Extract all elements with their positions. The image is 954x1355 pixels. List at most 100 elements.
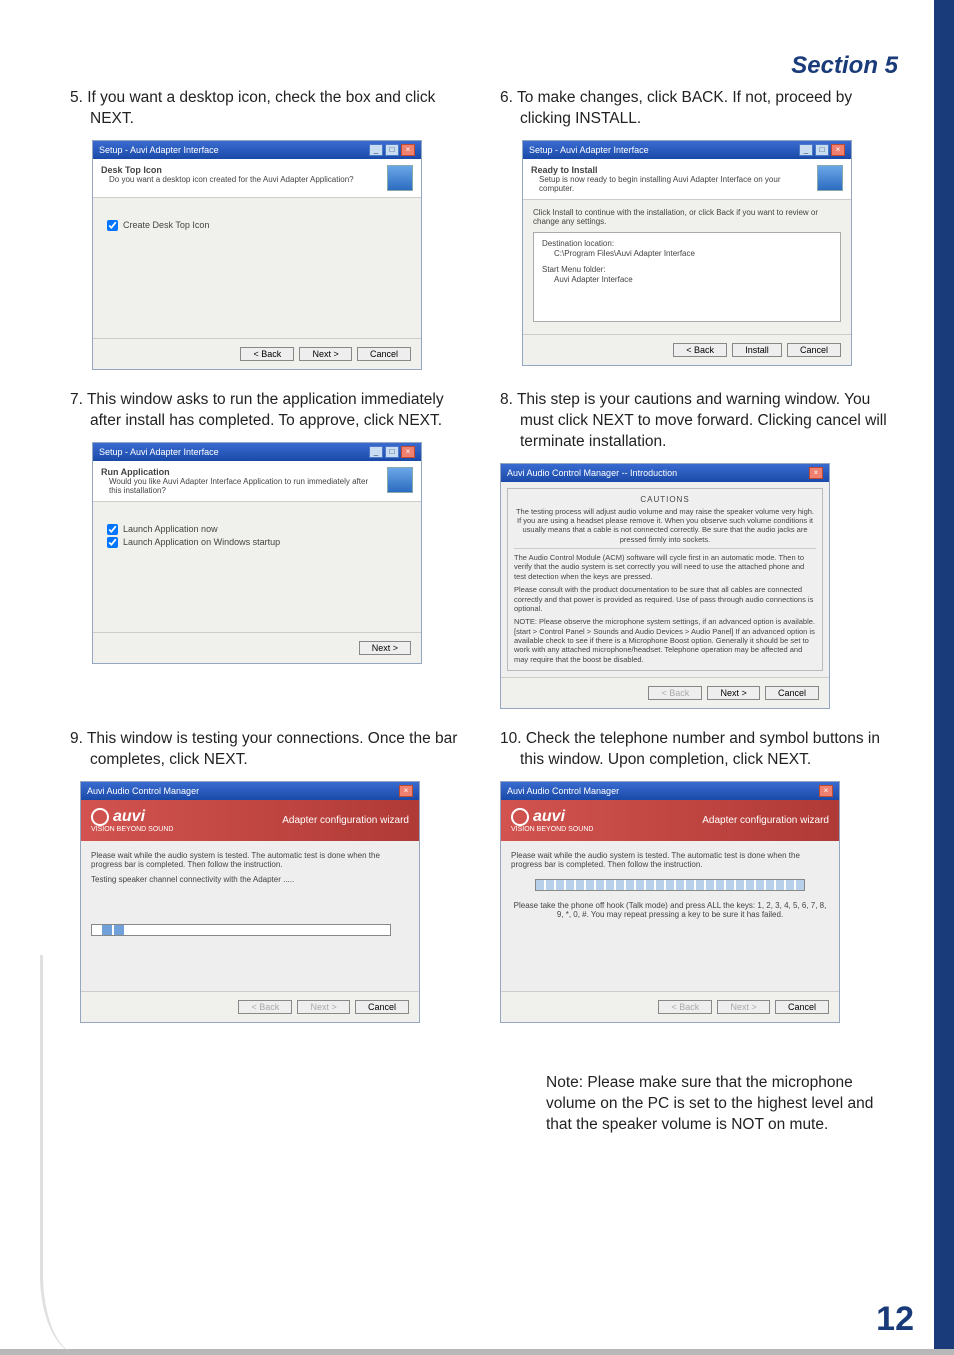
window-body: Create Desk Top Icon <box>93 198 421 338</box>
close-icon[interactable]: × <box>399 785 413 797</box>
step-7: 7. This window asks to run the applicati… <box>70 390 470 709</box>
checkbox-launch-startup[interactable]: Launch Application on Windows startup <box>107 537 407 548</box>
next-button[interactable]: Next > <box>707 686 759 700</box>
window-titlebar: Auvi Audio Control Manager × <box>81 782 419 800</box>
subheader-title: Run Application <box>101 467 381 477</box>
maximize-icon[interactable]: □ <box>385 144 399 156</box>
maximize-icon[interactable]: □ <box>385 446 399 458</box>
step-7-screenshot: Setup - Auvi Adapter Interface _ □ × Run… <box>92 442 422 664</box>
button-row: < Back Install Cancel <box>523 334 851 365</box>
checkbox-input[interactable] <box>107 524 118 535</box>
window-controls: × <box>819 785 833 797</box>
window-titlebar: Auvi Audio Control Manager × <box>501 782 839 800</box>
window-controls: _ □ × <box>799 144 845 156</box>
cancel-button[interactable]: Cancel <box>355 1000 409 1014</box>
caution-p2: The Audio Control Module (ACM) software … <box>514 553 816 581</box>
install-button[interactable]: Install <box>732 343 782 357</box>
step-6-text: 6. To make changes, click BACK. If not, … <box>500 88 900 130</box>
window-titlebar: Setup - Auvi Adapter Interface _ □ × <box>93 141 421 159</box>
button-row: < Back Next > Cancel <box>93 338 421 369</box>
window-controls: × <box>809 467 823 479</box>
button-row: < Back Next > Cancel <box>501 991 839 1022</box>
close-icon[interactable]: × <box>831 144 845 156</box>
wizard-body: Please wait while the audio system is te… <box>501 841 839 991</box>
minimize-icon[interactable]: _ <box>369 446 383 458</box>
brand-circle-icon <box>511 808 529 826</box>
step-9: 9. This window is testing your connectio… <box>70 729 470 1136</box>
wizard-body: Please wait while the audio system is te… <box>81 841 419 991</box>
brand-name: auvi <box>113 808 145 826</box>
back-button: < Back <box>238 1000 292 1014</box>
checkbox-input[interactable] <box>107 220 118 231</box>
back-button: < Back <box>658 1000 712 1014</box>
window-subheader: Ready to Install Setup is now ready to b… <box>523 159 851 200</box>
step-6-screenshot: Setup - Auvi Adapter Interface _ □ × Rea… <box>522 140 852 366</box>
next-button[interactable]: Next > <box>359 641 411 655</box>
dest-value: C:\Program Files\Auvi Adapter Interface <box>542 249 832 259</box>
wizard-logo-icon <box>387 467 413 493</box>
brand-circle-icon <box>91 808 109 826</box>
close-icon[interactable]: × <box>819 785 833 797</box>
step-9-screenshot: Auvi Audio Control Manager × auvi VISION… <box>80 781 420 1023</box>
wizard-label: Adapter configuration wizard <box>702 815 829 826</box>
window-body: Launch Application now Launch Applicatio… <box>93 502 421 632</box>
progress-bar <box>91 924 391 936</box>
step-7-text: 7. This window asks to run the applicati… <box>70 390 470 432</box>
checkbox-create-desktop-icon[interactable]: Create Desk Top Icon <box>107 220 407 231</box>
back-button: < Back <box>648 686 702 700</box>
wizard-label: Adapter configuration wizard <box>282 815 409 826</box>
window-title: Auvi Audio Control Manager <box>87 786 199 796</box>
next-button[interactable]: Next > <box>299 347 351 361</box>
cancel-button[interactable]: Cancel <box>775 1000 829 1014</box>
body-p1: Please wait while the audio system is te… <box>511 851 829 869</box>
wizard-banner: auvi VISION BEYOND SOUND Adapter configu… <box>81 800 419 841</box>
brand-logo: auvi <box>91 808 173 826</box>
page-right-stripe <box>934 0 954 1355</box>
checkbox-launch-now[interactable]: Launch Application now <box>107 524 407 535</box>
window-title: Setup - Auvi Adapter Interface <box>99 447 219 457</box>
step-5: 5. If you want a desktop icon, check the… <box>70 88 470 370</box>
progress-bar <box>535 879 805 891</box>
step-10-screenshot: Auvi Audio Control Manager × auvi VISION… <box>500 781 840 1023</box>
step-10-text: 10. Check the telephone number and symbo… <box>500 729 900 771</box>
window-title: Auvi Audio Control Manager -- Introducti… <box>507 468 677 478</box>
button-row: < Back Next > Cancel <box>501 677 829 708</box>
progress-segment <box>114 925 124 935</box>
section-header: Section 5 <box>791 52 898 80</box>
checkbox-label: Launch Application now <box>123 524 218 534</box>
window-body: Click Install to continue with the insta… <box>523 200 851 334</box>
step-10: 10. Check the telephone number and symbo… <box>500 729 900 1136</box>
close-icon[interactable]: × <box>401 144 415 156</box>
maximize-icon[interactable]: □ <box>815 144 829 156</box>
cancel-button[interactable]: Cancel <box>765 686 819 700</box>
button-row: < Back Next > Cancel <box>81 991 419 1022</box>
menu-value: Auvi Adapter Interface <box>542 275 832 285</box>
minimize-icon[interactable]: _ <box>799 144 813 156</box>
caution-p1: The testing process will adjust audio vo… <box>514 507 816 545</box>
page-bottom-stripe <box>0 1349 954 1355</box>
minimize-icon[interactable]: _ <box>369 144 383 156</box>
close-icon[interactable]: × <box>809 467 823 479</box>
step-9-text: 9. This window is testing your connectio… <box>70 729 470 771</box>
wizard-banner: auvi VISION BEYOND SOUND Adapter configu… <box>501 800 839 841</box>
back-button[interactable]: < Back <box>673 343 727 357</box>
subheader-title: Desk Top Icon <box>101 165 354 175</box>
cancel-button[interactable]: Cancel <box>357 347 411 361</box>
cancel-button[interactable]: Cancel <box>787 343 841 357</box>
subheader-desc: Would you like Auvi Adapter Interface Ap… <box>101 477 381 495</box>
menu-label: Start Menu folder: <box>542 265 832 275</box>
body-intro: Click Install to continue with the insta… <box>533 208 841 226</box>
body-p2: Please take the phone off hook (Talk mod… <box>511 901 829 919</box>
close-icon[interactable]: × <box>401 446 415 458</box>
window-titlebar: Setup - Auvi Adapter Interface _ □ × <box>523 141 851 159</box>
wizard-logo-icon <box>387 165 413 191</box>
window-titlebar: Auvi Audio Control Manager -- Introducti… <box>501 464 829 482</box>
back-button[interactable]: < Back <box>240 347 294 361</box>
body-p2: Testing speaker channel connectivity wit… <box>91 875 409 884</box>
readonly-settings-box: Destination location: C:\Program Files\A… <box>533 232 841 322</box>
subheader-desc: Do you want a desktop icon created for t… <box>101 175 354 184</box>
window-title: Setup - Auvi Adapter Interface <box>99 145 219 155</box>
subheader-title: Ready to Install <box>531 165 811 175</box>
step-8: 8. This step is your cautions and warnin… <box>500 390 900 709</box>
checkbox-input[interactable] <box>107 537 118 548</box>
